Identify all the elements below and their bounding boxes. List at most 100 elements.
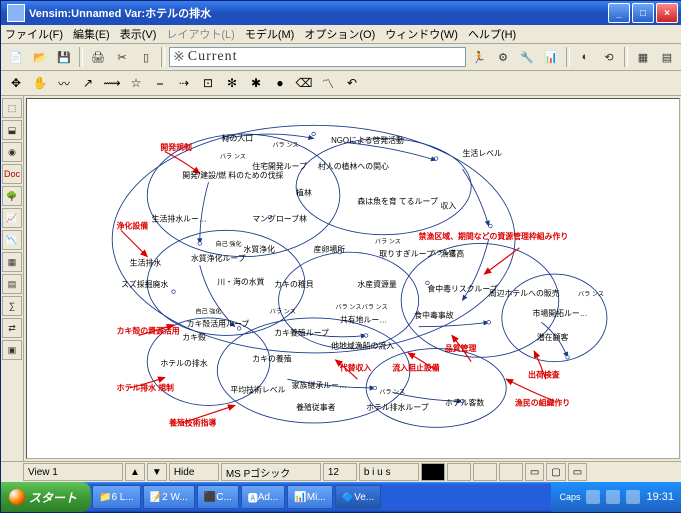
- tool-f[interactable]: ▦: [632, 46, 654, 68]
- status-size[interactable]: 12: [323, 463, 357, 481]
- cloud-tool[interactable]: ⎯: [149, 73, 171, 93]
- side-causes[interactable]: ⬚: [2, 98, 22, 118]
- taskbar-item-4[interactable]: 🅰 Ad...: [241, 485, 286, 509]
- policy-quality: 品質管理: [445, 343, 477, 353]
- status-color1[interactable]: [421, 463, 445, 481]
- minimize-button[interactable]: _: [608, 3, 630, 23]
- print-button[interactable]: 🖨: [87, 46, 109, 68]
- start-label: スタート: [29, 489, 77, 506]
- node-fish-resource: 水産資源量: [357, 279, 396, 289]
- statusbar: View 1 ▲ ▼ Hide MS Pゴシック 12 b i u s ▭ ▢ …: [1, 461, 681, 482]
- status-hide[interactable]: Hide: [169, 463, 219, 481]
- status-nav-down[interactable]: ▼: [147, 463, 167, 481]
- box-tool[interactable]: ⊡: [197, 73, 219, 93]
- status-nav-up[interactable]: ▲: [125, 463, 145, 481]
- shadow-tool[interactable]: ⇢: [173, 73, 195, 93]
- side-table[interactable]: ▦: [2, 252, 22, 272]
- policy-shell-use: カキ殻の資源活用: [117, 326, 180, 336]
- causal-loop-diagram[interactable]: 村の人口 NGOによる啓発活動 生活レベル 開発/建設/燃 料のための伐採 住宅…: [27, 99, 679, 458]
- side-compare[interactable]: ⇄: [2, 318, 22, 338]
- var-tool[interactable]: 〰: [53, 73, 75, 93]
- status-shape3[interactable]: ▭: [568, 463, 587, 481]
- side-runs[interactable]: ▤: [2, 274, 22, 294]
- policy-tech-guide: 養殖技術指導: [168, 418, 216, 428]
- side-graph[interactable]: 📉: [2, 230, 22, 250]
- node-dev-log: 開発/建設/燃 料のための伐採: [182, 170, 283, 180]
- cut-button[interactable]: ✂: [111, 46, 133, 68]
- policy-ship-check: 出荷検査: [528, 369, 560, 379]
- side-doc[interactable]: Doc: [2, 164, 22, 184]
- taskbar-item-1[interactable]: 📁 6 L...: [92, 485, 141, 509]
- system-tray[interactable]: Caps 19:31: [551, 482, 681, 512]
- status-color3[interactable]: [473, 463, 497, 481]
- copy-button[interactable]: ▯: [135, 46, 157, 68]
- save-button[interactable]: 💾: [53, 46, 75, 68]
- variable-selector[interactable]: ※ Current: [169, 47, 466, 67]
- arrow-tool[interactable]: ↗: [77, 73, 99, 93]
- tool-m[interactable]: ↶: [341, 73, 363, 93]
- menu-edit[interactable]: 編集(E): [73, 26, 110, 42]
- new-button[interactable]: 📄: [5, 46, 27, 68]
- policy-hotel-reg: ホテル排水 規制: [117, 383, 174, 393]
- open-button[interactable]: 📂: [29, 46, 51, 68]
- menu-window[interactable]: ウィンドウ(W): [385, 26, 458, 42]
- policy-purif-equip: 浄化設備: [117, 221, 149, 231]
- menu-file[interactable]: ファイル(F): [5, 26, 63, 42]
- tool-i[interactable]: ✻: [221, 73, 243, 93]
- model-canvas[interactable]: 村の人口 NGOによる啓発活動 生活レベル 開発/建設/燃 料のための伐採 住宅…: [26, 98, 680, 459]
- tool-j[interactable]: ✱: [245, 73, 267, 93]
- side-tree[interactable]: 🌳: [2, 186, 22, 206]
- menu-options[interactable]: オプション(O): [304, 26, 375, 42]
- taskbar-item-6[interactable]: 🔷 Ve...: [335, 485, 381, 509]
- status-color4[interactable]: [499, 463, 523, 481]
- node-tin-waste: スズ採掘廃水: [121, 279, 168, 289]
- tool-a[interactable]: ⚙: [492, 46, 514, 68]
- status-font[interactable]: MS Pゴシック: [221, 463, 321, 481]
- menu-help[interactable]: ヘルプ(H): [468, 26, 516, 42]
- side-strip[interactable]: 📈: [2, 208, 22, 228]
- status-color2[interactable]: [447, 463, 471, 481]
- side-loops[interactable]: ◉: [2, 142, 22, 162]
- side-uses[interactable]: ⬓: [2, 120, 22, 140]
- close-button[interactable]: ×: [656, 3, 678, 23]
- tray-icon-2[interactable]: [606, 490, 620, 504]
- taskbar-item-5[interactable]: 📊 Mi...: [287, 485, 332, 509]
- status-shape2[interactable]: ▢: [546, 463, 565, 481]
- side-stats[interactable]: ∑: [2, 296, 22, 316]
- node-planting-interest: 村人の植林への関心: [318, 161, 389, 171]
- node-hotel-sales: 周辺ホテルへの販売: [489, 288, 560, 298]
- status-attrs[interactable]: b i u s: [359, 463, 419, 481]
- comment-tool[interactable]: ●: [269, 73, 291, 93]
- delete-tool[interactable]: ⌫: [293, 73, 315, 93]
- tool-d[interactable]: ◐: [574, 46, 596, 68]
- titlebar[interactable]: Vensim:Unnamed Var:ホテルの排水 _ □ ×: [1, 1, 681, 25]
- side-output[interactable]: ▣: [2, 340, 22, 360]
- hand-tool[interactable]: ✋: [29, 73, 51, 93]
- sim-button[interactable]: 🏃: [468, 46, 490, 68]
- windows-taskbar[interactable]: スタート 📁 6 L... 📝 2 W... ⬛ C... 🅰 Ad... 📊 …: [1, 482, 681, 512]
- var-prefix-icon: ※: [173, 49, 186, 66]
- maximize-button[interactable]: □: [632, 3, 654, 23]
- start-button[interactable]: スタート: [1, 482, 91, 512]
- clock[interactable]: 19:31: [646, 491, 674, 503]
- pointer-tool[interactable]: ✥: [5, 73, 27, 93]
- policy-dev-reg: 開発規制: [160, 142, 192, 152]
- menu-layout[interactable]: レイアウト(L): [166, 26, 234, 42]
- taskbar-item-3[interactable]: ⬛ C...: [197, 485, 239, 509]
- tray-icon-1[interactable]: [586, 490, 600, 504]
- tool-c[interactable]: 📊: [540, 46, 562, 68]
- aux-tool[interactable]: ☆: [125, 73, 147, 93]
- menu-view[interactable]: 表示(V): [120, 26, 157, 42]
- menu-model[interactable]: モデル(M): [245, 26, 295, 42]
- node-housing-loop: 住宅開発ループ: [252, 161, 307, 171]
- node-ngo: NGOによる啓発活動: [331, 135, 404, 145]
- status-shape1[interactable]: ▭: [525, 463, 544, 481]
- tool-b[interactable]: 🔧: [516, 46, 538, 68]
- rate-tool[interactable]: ⟿: [101, 73, 123, 93]
- tray-icon-3[interactable]: [626, 490, 640, 504]
- tool-g[interactable]: ▤: [656, 46, 678, 68]
- tool-l[interactable]: 〽: [317, 73, 339, 93]
- taskbar-item-2[interactable]: 📝 2 W...: [143, 485, 195, 509]
- status-view[interactable]: View 1: [23, 463, 123, 481]
- tool-e[interactable]: ⟲: [598, 46, 620, 68]
